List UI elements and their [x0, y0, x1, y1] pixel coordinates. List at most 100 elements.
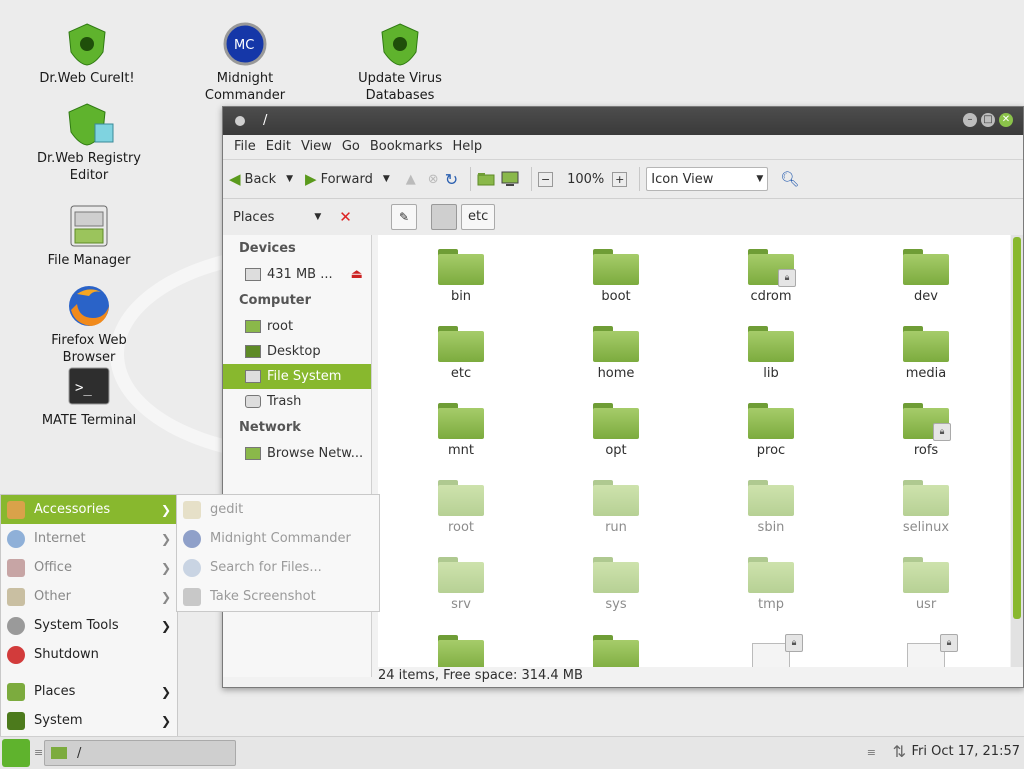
file-item[interactable]: 🔒︎ rofs	[871, 403, 981, 458]
file-item[interactable]: proc	[716, 403, 826, 458]
window-titlebar[interactable]: / – □ ✕	[223, 107, 1023, 135]
desktop-icon-drweb-registry-editor[interactable]: Dr.Web Registry Editor	[24, 102, 154, 184]
window-menu-icon[interactable]	[235, 116, 245, 126]
menu-item-places[interactable]: Places ❯	[1, 677, 177, 706]
zoom-level[interactable]: 100%	[567, 172, 604, 187]
registry-editor-icon	[67, 102, 114, 146]
menu-edit[interactable]: Edit	[261, 135, 296, 159]
zoom-in-icon[interactable]: +	[612, 171, 628, 187]
path-button-etc[interactable]: etc	[461, 204, 496, 230]
file-item[interactable]: boot	[561, 249, 671, 304]
menu-file[interactable]: File	[229, 135, 261, 159]
scrollbar-thumb[interactable]	[1013, 237, 1021, 619]
close-sidebar-icon[interactable]: ✕	[339, 208, 352, 226]
file-item[interactable]: selinux	[871, 480, 981, 535]
file-item[interactable]: root	[406, 480, 516, 535]
up-arrow-icon[interactable]: ▲	[406, 172, 416, 187]
menu-item-system-tools[interactable]: System Tools ❯	[1, 611, 177, 640]
menu-bookmarks[interactable]: Bookmarks	[365, 135, 448, 159]
folder-icon	[593, 480, 639, 516]
path-root-button[interactable]	[431, 204, 457, 230]
menu-item-system[interactable]: System ❯	[1, 706, 177, 735]
menu-item-gedit[interactable]: gedit	[177, 495, 379, 524]
file-item[interactable]: tmp	[716, 557, 826, 612]
desktop-icon-file-manager[interactable]: File Manager	[24, 204, 154, 269]
menu-item-other[interactable]: Other ❯	[1, 582, 177, 611]
file-item[interactable]	[406, 635, 516, 667]
file-name: cdrom	[750, 289, 792, 304]
minimize-button[interactable]: –	[963, 113, 977, 127]
view-mode-select[interactable]: Icon View ▼	[646, 167, 769, 191]
sidebar-item-trash[interactable]: Trash	[223, 389, 371, 414]
gear-icon	[7, 616, 25, 635]
file-name: media	[905, 366, 947, 381]
taskbar-window-button[interactable]: /	[44, 740, 236, 766]
sidebar-item-browse-network[interactable]: Browse Netw...	[223, 441, 371, 466]
menu-item-shutdown[interactable]: Shutdown	[1, 640, 177, 669]
file-item[interactable]: mnt	[406, 403, 516, 458]
file-item[interactable]	[561, 635, 671, 667]
toolbar-separator	[470, 167, 472, 191]
menu-item-midnight-commander[interactable]: Midnight Commander	[177, 524, 379, 553]
back-button[interactable]: ◀ Back ▼	[229, 170, 293, 188]
panel-clock[interactable]: Fri Oct 17, 21:57	[911, 744, 1020, 759]
file-item[interactable]: etc	[406, 326, 516, 381]
folder-icon	[7, 682, 25, 701]
sidebar-item-device[interactable]: 431 MB ... ⏏	[223, 262, 371, 287]
desktop-icon-midnight-commander[interactable]: MC Midnight Commander	[180, 22, 310, 104]
desktop-icon-mate-terminal[interactable]: >_ MATE Terminal	[24, 364, 154, 429]
desktop-icon-label: Midnight Commander	[204, 71, 286, 103]
home-folder-icon[interactable]	[477, 172, 495, 186]
sidebar-item-file-system[interactable]: File System	[223, 364, 371, 389]
file-item[interactable]: media	[871, 326, 981, 381]
stop-icon[interactable]: ⊗	[428, 172, 439, 187]
menu-item-accessories[interactable]: Accessories ❯	[1, 495, 177, 524]
sidebar-item-root[interactable]: root	[223, 314, 371, 339]
file-item[interactable]: srv	[406, 557, 516, 612]
file-cabinet-icon	[67, 204, 111, 248]
forward-dropdown-icon[interactable]: ▼	[383, 174, 390, 184]
globe-icon	[7, 529, 25, 548]
file-item[interactable]: usr	[871, 557, 981, 612]
computer-icon[interactable]	[501, 171, 519, 187]
menu-help[interactable]: Help	[447, 135, 487, 159]
eject-icon[interactable]: ⏏	[351, 267, 363, 282]
panel-handle[interactable]: ≡	[867, 746, 876, 759]
file-item[interactable]: run	[561, 480, 671, 535]
file-item[interactable]: opt	[561, 403, 671, 458]
network-status-icon[interactable]: ⇅	[893, 742, 906, 761]
menu-go[interactable]: Go	[337, 135, 365, 159]
file-item[interactable]: sbin	[716, 480, 826, 535]
file-item[interactable]: home	[561, 326, 671, 381]
desktop-icon-firefox[interactable]: Firefox Web Browser	[24, 284, 154, 366]
file-item[interactable]: lib	[716, 326, 826, 381]
edit-location-button[interactable]: ✎	[391, 204, 417, 230]
menu-view[interactable]: View	[296, 135, 337, 159]
file-name: mnt	[448, 443, 474, 458]
desktop-icon-drweb-cureit[interactable]: Dr.Web CureIt!	[22, 22, 152, 87]
desktop-icon-update-virus-databases[interactable]: Update Virus Databases	[335, 22, 465, 104]
file-item[interactable]: bin	[406, 249, 516, 304]
panel-handle[interactable]: ≡	[34, 746, 43, 759]
file-item[interactable]: 🔒︎ cdrom	[716, 249, 826, 304]
document-item[interactable]: 🔒︎	[716, 634, 826, 667]
sidebar-item-desktop[interactable]: Desktop	[223, 339, 371, 364]
menu-item-take-screenshot[interactable]: Take Screenshot	[177, 582, 379, 611]
file-item[interactable]: sys	[561, 557, 671, 612]
sidebar-selector[interactable]: Places ▼ ✕	[223, 208, 373, 226]
vertical-scrollbar[interactable]	[1011, 235, 1023, 667]
menu-item-internet[interactable]: Internet ❯	[1, 524, 177, 553]
maximize-button[interactable]: □	[981, 113, 995, 127]
back-dropdown-icon[interactable]: ▼	[286, 174, 293, 184]
menu-launcher-icon[interactable]	[2, 739, 30, 767]
menu-item-office[interactable]: Office ❯	[1, 553, 177, 582]
forward-button[interactable]: ▶ Forward ▼	[305, 170, 390, 188]
close-button[interactable]: ✕	[999, 113, 1013, 127]
reload-icon[interactable]: ↻	[445, 170, 458, 189]
menu-item-search-for-files[interactable]: Search for Files...	[177, 553, 379, 582]
search-icon[interactable]: 🔍︎	[780, 170, 799, 188]
accessories-icon	[7, 500, 25, 519]
zoom-out-icon[interactable]: −	[538, 171, 554, 187]
file-item[interactable]: dev	[871, 249, 981, 304]
document-item[interactable]: 🔒︎	[871, 634, 981, 667]
